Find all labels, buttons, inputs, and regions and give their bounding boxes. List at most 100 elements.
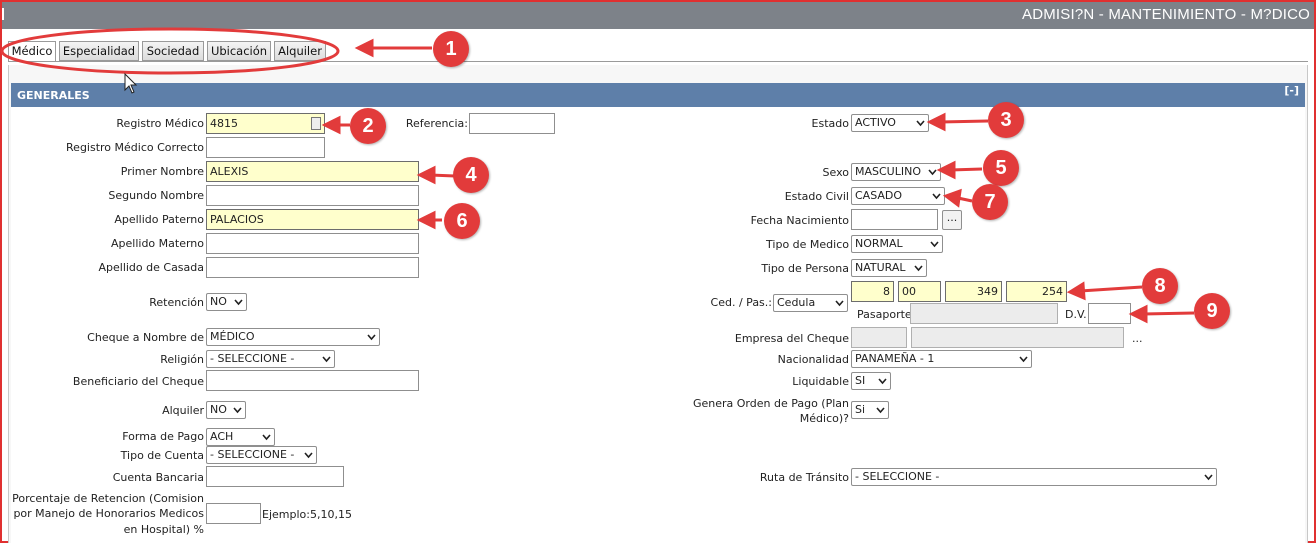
callout-1: 1	[433, 31, 469, 67]
cedula-type-select[interactable]: Cedula	[773, 294, 848, 312]
porcentaje-label-1: Porcentaje de Retencion (Comision	[12, 492, 204, 505]
estado-civil-select[interactable]: CASADO	[851, 187, 945, 205]
nacionalidad-value: PANAMEÑA - 1	[855, 352, 935, 365]
estado-select[interactable]: ACTIVO	[851, 114, 929, 132]
genera-orden-label-1: Genera Orden de Pago (Plan	[692, 397, 849, 410]
empresa-cheque-label: Empresa del Cheque	[734, 332, 849, 345]
callout-5: 5	[983, 150, 1019, 186]
tipo-medico-select[interactable]: NORMAL	[851, 235, 943, 253]
registro-correcto-label: Registro Médico Correcto	[66, 141, 204, 154]
callout-8: 8	[1142, 268, 1178, 304]
religion-select[interactable]: - SELECCIONE -	[206, 350, 335, 368]
tipo-cuenta-select[interactable]: - SELECCIONE -	[206, 446, 317, 464]
estado-civil-label: Estado Civil	[784, 190, 849, 203]
referencia-input[interactable]	[469, 113, 555, 134]
estado-civil-value: CASADO	[855, 189, 903, 202]
chevron-down-icon	[916, 120, 925, 127]
cedula-tomo-input[interactable]: 349	[945, 281, 1002, 302]
cedula-provincia-input[interactable]: 8	[851, 281, 894, 302]
beneficiario-label: Beneficiario del Cheque	[72, 375, 204, 388]
religion-value: - SELECCIONE -	[210, 352, 295, 365]
retencion-label: Retención	[149, 296, 204, 309]
cedula-letra-input[interactable]: 00	[898, 281, 941, 302]
pasaporte-label: Pasaporte:	[857, 308, 916, 321]
fecha-nacimiento-input[interactable]	[851, 209, 938, 230]
genera-orden-label-2: Médico)?	[799, 412, 849, 425]
tipo-persona-label: Tipo de Persona	[761, 262, 849, 275]
chevron-down-icon	[1019, 356, 1028, 363]
porcentaje-input[interactable]	[206, 503, 261, 524]
forma-pago-label: Forma de Pago	[122, 430, 204, 443]
dv-input[interactable]	[1088, 303, 1131, 324]
empresa-nombre-input[interactable]	[911, 327, 1124, 348]
chevron-down-icon	[878, 378, 887, 385]
tab-especialidad[interactable]: Especialidad	[59, 41, 139, 61]
tipo-medico-label: Tipo de Medico	[766, 238, 849, 251]
primer-nombre-input[interactable]: ALEXIS	[206, 161, 419, 182]
chevron-down-icon	[322, 356, 331, 363]
registro-medico-label: Registro Médico	[116, 117, 204, 130]
liquidable-value: SI	[855, 374, 866, 387]
tab-sociedad[interactable]: Sociedad	[142, 41, 204, 61]
chevron-down-icon	[233, 407, 242, 414]
cedula-asiento-input[interactable]: 254	[1006, 281, 1067, 302]
cedula-label: Ced. / Pas.:	[710, 296, 772, 309]
chevron-down-icon	[304, 452, 313, 459]
chevron-down-icon	[262, 434, 271, 441]
calendar-button[interactable]: ...	[942, 210, 962, 230]
sexo-value: MASCULINO	[855, 165, 921, 178]
tab-medico[interactable]: Médico	[8, 41, 56, 62]
callout-2: 2	[350, 108, 386, 144]
tab-underline	[8, 61, 1308, 62]
porcentaje-label-2: por Manejo de Honorarios Medicos	[13, 507, 204, 520]
ruta-transito-select[interactable]: - SELECCIONE -	[851, 468, 1217, 486]
chevron-down-icon	[914, 265, 923, 272]
primer-nombre-label: Primer Nombre	[120, 165, 204, 178]
liquidable-select[interactable]: SI	[851, 372, 891, 390]
collapse-button[interactable]: [-]	[1284, 84, 1299, 97]
title-bar-marker	[2, 8, 4, 20]
empresa-search-button[interactable]: ...	[1132, 332, 1143, 345]
referencia-label: Referencia:	[405, 117, 468, 130]
porcentaje-ejemplo: Ejemplo:5,10,15	[262, 508, 352, 521]
chevron-down-icon	[1204, 474, 1213, 481]
nacionalidad-select[interactable]: PANAMEÑA - 1	[851, 350, 1032, 368]
alquiler-value: NO	[210, 403, 227, 416]
callout-7: 7	[972, 184, 1008, 220]
alquiler-select[interactable]: NO	[206, 401, 246, 419]
chevron-down-icon	[932, 193, 941, 200]
chevron-down-icon	[928, 169, 937, 176]
segundo-nombre-input[interactable]	[206, 185, 419, 206]
callout-3: 3	[988, 102, 1024, 138]
registro-correcto-input[interactable]	[206, 137, 325, 158]
cheque-nombre-label: Cheque a Nombre de	[87, 331, 204, 344]
apellido-paterno-input[interactable]: PALACIOS	[206, 209, 419, 230]
ruta-transito-value: - SELECCIONE -	[855, 470, 940, 483]
retencion-select[interactable]: NO	[206, 293, 247, 311]
cheque-nombre-select[interactable]: MÉDICO	[206, 328, 380, 346]
porcentaje-label-3: en Hospital) %	[123, 523, 204, 536]
beneficiario-input[interactable]	[206, 370, 419, 391]
cuenta-bancaria-label: Cuenta Bancaria	[112, 471, 204, 484]
cuenta-bancaria-input[interactable]	[206, 466, 344, 487]
keyboard-icon[interactable]	[311, 117, 321, 130]
genera-orden-select[interactable]: Si	[851, 401, 889, 419]
fecha-nacimiento-label: Fecha Nacimiento	[750, 214, 849, 227]
tipo-cuenta-value: - SELECCIONE -	[210, 448, 295, 461]
tab-alquiler[interactable]: Alquiler	[274, 41, 326, 61]
window-title: ADMISI?N - MANTENIMIENTO - M?DICO	[1021, 6, 1310, 23]
empresa-codigo-input[interactable]	[851, 327, 907, 348]
tab-ubicacion[interactable]: Ubicación	[207, 41, 271, 61]
apellido-casada-input[interactable]	[206, 257, 419, 278]
retencion-value: NO	[210, 295, 227, 308]
pasaporte-input[interactable]	[910, 303, 1058, 324]
registro-medico-value: 4815	[210, 117, 238, 130]
dv-label: D.V.	[1065, 308, 1087, 321]
sexo-select[interactable]: MASCULINO	[851, 163, 941, 181]
forma-pago-select[interactable]: ACH	[206, 428, 275, 446]
registro-medico-input[interactable]: 4815	[206, 113, 325, 134]
tipo-persona-select[interactable]: NATURAL	[851, 259, 927, 277]
apellido-materno-input[interactable]	[206, 233, 419, 254]
sexo-label: Sexo	[822, 166, 849, 179]
religion-label: Religión	[160, 353, 204, 366]
